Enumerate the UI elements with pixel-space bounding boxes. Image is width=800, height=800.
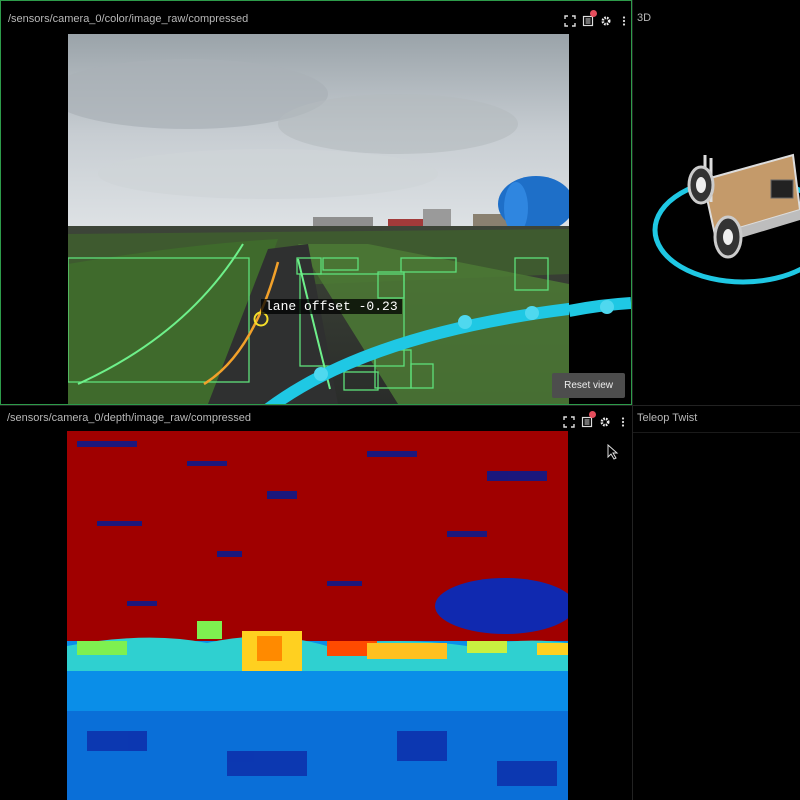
color-image-panel[interactable]: /sensors/camera_0/color/image_raw/compre… (0, 0, 632, 405)
3d-panel[interactable]: 3D (633, 0, 800, 405)
cursor-pointer-icon (607, 444, 619, 460)
more-menu-icon[interactable] (618, 14, 630, 26)
path-overlay-extension (569, 297, 631, 317)
panel-toolbar (564, 10, 630, 27)
topics-list-icon[interactable] (581, 411, 596, 428)
more-menu-icon[interactable] (617, 415, 629, 427)
panel-title: /sensors/camera_0/depth/image_raw/compre… (7, 412, 251, 424)
settings-gear-icon[interactable] (600, 14, 612, 26)
panel-toolbar (563, 411, 629, 428)
topics-list-icon[interactable] (582, 10, 597, 27)
camera-depth-image (67, 431, 568, 800)
settings-gear-icon[interactable] (599, 415, 611, 427)
panel-title: 3D (637, 12, 652, 24)
lane-offset-label: lane offset -0.23 (261, 299, 402, 314)
notification-dot (590, 10, 597, 17)
panel-title: Teleop Twist (637, 412, 698, 424)
fullscreen-icon[interactable] (564, 14, 576, 27)
robot-3d-view (652, 153, 800, 285)
fullscreen-icon[interactable] (563, 415, 575, 428)
reset-view-button[interactable]: Reset view (552, 373, 625, 398)
panel-title: /sensors/camera_0/color/image_raw/compre… (8, 13, 249, 25)
camera-color-image (68, 34, 569, 404)
notification-dot (589, 411, 596, 418)
teleop-twist-panel[interactable]: Teleop Twist (633, 406, 800, 800)
depth-image-panel[interactable]: /sensors/camera_0/depth/image_raw/compre… (0, 406, 632, 800)
